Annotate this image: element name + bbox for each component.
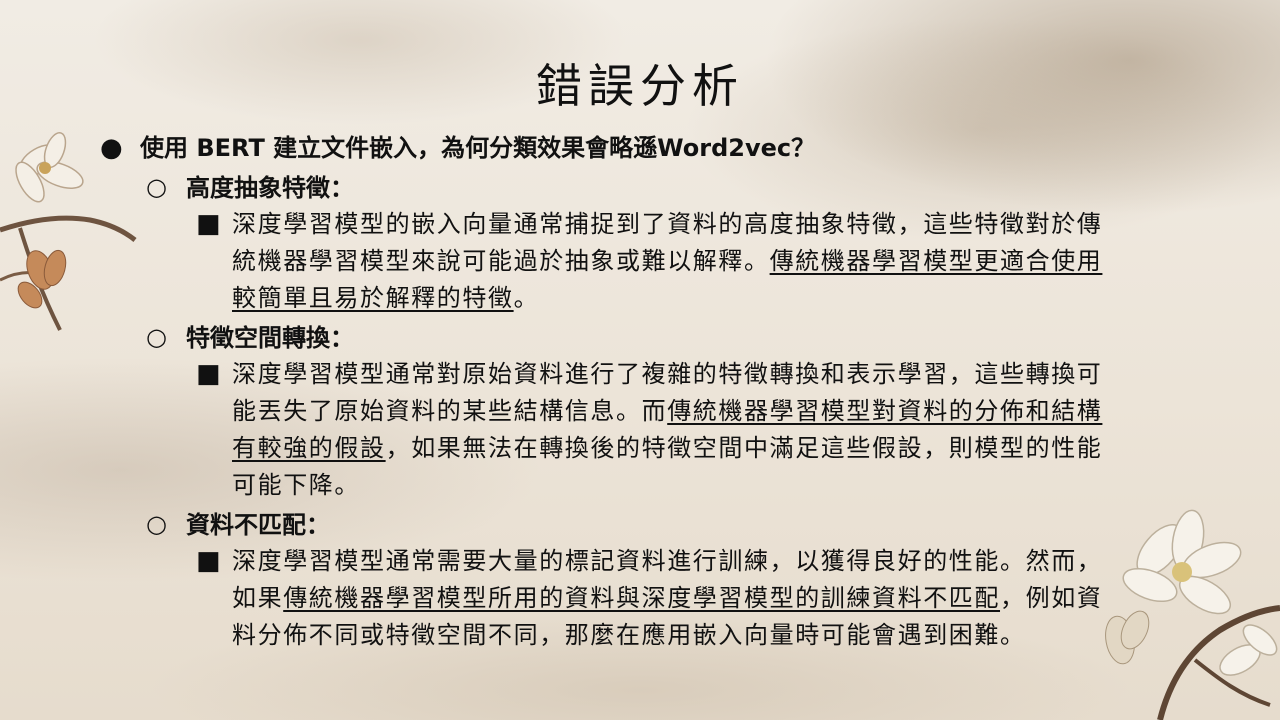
section-heading-text: 高度抽象特徵：	[186, 173, 354, 202]
paragraph-text: 深度學習模型通常對原始資料進行了複雜的特徵轉換和表示學習，這些轉換可能丟失了原始…	[232, 356, 1120, 504]
square-bullet: ■	[196, 546, 221, 576]
section-paragraph-3: ■ 深度學習模型通常需要大量的標記資料進行訓練，以獲得良好的性能。然而，如果傳統…	[196, 543, 1140, 654]
question-line: ● 使用 BERT 建立文件嵌入，為何分類效果會略遜Word2vec？	[100, 130, 1140, 167]
square-bullet: ■	[196, 209, 221, 239]
circle-bullet: ○	[146, 323, 167, 351]
section-heading-1: ○ 高度抽象特徵：	[146, 169, 1140, 206]
section-paragraph-1: ■ 深度學習模型的嵌入向量通常捕捉到了資料的高度抽象特徵，這些特徵對於傳統機器學…	[196, 206, 1140, 317]
paragraph-text: 深度學習模型的嵌入向量通常捕捉到了資料的高度抽象特徵，這些特徵對於傳統機器學習模…	[232, 206, 1120, 317]
slide-title: 錯誤分析	[536, 59, 744, 113]
section-paragraph-2: ■ 深度學習模型通常對原始資料進行了複雜的特徵轉換和表示學習，這些轉換可能丟失了…	[196, 356, 1140, 504]
square-bullet: ■	[196, 359, 221, 389]
section-heading-text: 資料不匹配：	[186, 510, 330, 539]
paragraph-text-tail: 。	[513, 284, 540, 312]
slide-content: ● 使用 BERT 建立文件嵌入，為何分類效果會略遜Word2vec？ ○ 高度…	[100, 130, 1140, 654]
section-heading-text: 特徵空間轉換：	[186, 323, 354, 352]
question-bullet: ●	[100, 133, 123, 163]
paragraph-text-underlined: 傳統機器學習模型所用的資料與深度學習模型的訓練資料不匹配	[283, 584, 1001, 612]
section-heading-3: ○ 資料不匹配：	[146, 506, 1140, 543]
paragraph-text: 深度學習模型通常需要大量的標記資料進行訓練，以獲得良好的性能。然而，如果傳統機器…	[232, 543, 1120, 654]
circle-bullet: ○	[146, 510, 167, 538]
section-heading-2: ○ 特徵空間轉換：	[146, 319, 1140, 356]
circle-bullet: ○	[146, 173, 167, 201]
question-text: 使用 BERT 建立文件嵌入，為何分類效果會略遜Word2vec？	[140, 134, 816, 162]
